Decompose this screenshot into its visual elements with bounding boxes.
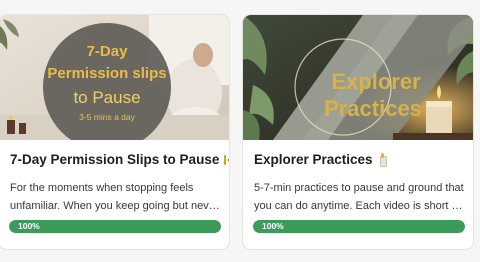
description-line: For the moments when stopping feels xyxy=(10,182,194,194)
description-line: 5-7-min practices to pause and ground th… xyxy=(254,182,464,194)
progress-bar: 100% xyxy=(9,220,221,233)
description-line: you can do anytime. Each video is short … xyxy=(254,200,464,212)
course-title-row[interactable]: 7-Day Permission Slips to Pause xyxy=(10,152,229,167)
ticket-icon xyxy=(224,154,229,165)
progress-fill: 100% xyxy=(253,220,465,233)
course-thumbnail[interactable]: Explorer Practices xyxy=(243,15,473,140)
course-card-permission-slips[interactable]: 7-Day Permission slips to Pause 3-5 mins… xyxy=(0,14,230,250)
course-thumbnail[interactable]: 7-Day Permission slips to Pause 3-5 mins… xyxy=(0,15,229,140)
thumbnail-line3: to Pause xyxy=(73,88,140,107)
progress-fill: 100% xyxy=(9,220,221,233)
thumbnail-line1: Explorer xyxy=(331,69,421,94)
course-title-row[interactable]: Explorer Practices xyxy=(254,152,465,167)
course-title[interactable]: 7-Day Permission Slips to Pause xyxy=(10,152,219,167)
thumbnail-line2: Practices xyxy=(324,96,422,121)
thumbnail-line4: 3-5 mins a day xyxy=(79,112,135,122)
candle-icon xyxy=(378,152,387,167)
thumbnail-line2: Permission slips xyxy=(47,65,166,82)
thumbnail-line1: 7-Day xyxy=(87,43,129,60)
course-description: 5-7-min practices to pause and ground th… xyxy=(254,179,464,215)
course-description: For the moments when stopping feels unfa… xyxy=(10,179,220,215)
course-card-explorer-practices[interactable]: Explorer Practices Explorer Practices 5-… xyxy=(242,14,474,250)
thumbnail-image: Explorer Practices xyxy=(243,15,473,140)
progress-bar: 100% xyxy=(253,220,465,233)
progress-label: 100% xyxy=(262,221,284,231)
course-title[interactable]: Explorer Practices xyxy=(254,152,373,167)
description-line: unfamiliar. When you keep going but neve… xyxy=(10,200,220,212)
progress-label: 100% xyxy=(18,221,40,231)
thumbnail-image: 7-Day Permission slips to Pause 3-5 mins… xyxy=(0,15,229,140)
